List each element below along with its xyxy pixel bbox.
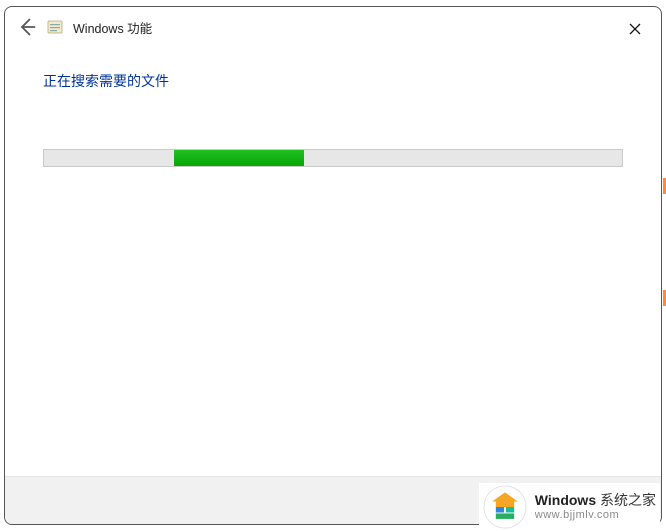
watermark: Windows 系统之家 www.bjjmlv.com <box>479 483 660 531</box>
watermark-brand: Windows 系统之家 <box>535 492 656 509</box>
watermark-url: www.bjjmlv.com <box>535 509 656 522</box>
progress-chunk <box>174 150 304 166</box>
dialog-title: Windows 功能 <box>73 18 152 37</box>
close-button[interactable] <box>623 17 647 41</box>
dialog-window: Windows 功能 正在搜索需要的文件 <box>4 6 662 525</box>
dialog-content: 正在搜索需要的文件 <box>5 41 661 476</box>
back-arrow-icon <box>17 17 37 37</box>
back-button[interactable] <box>17 17 37 37</box>
watermark-text: Windows 系统之家 www.bjjmlv.com <box>535 492 656 522</box>
windows-features-icon <box>47 19 63 35</box>
watermark-logo-icon <box>483 485 527 529</box>
close-icon <box>629 23 641 35</box>
status-message: 正在搜索需要的文件 <box>43 71 623 91</box>
dialog-header: Windows 功能 <box>5 7 661 41</box>
progress-bar <box>43 149 623 167</box>
